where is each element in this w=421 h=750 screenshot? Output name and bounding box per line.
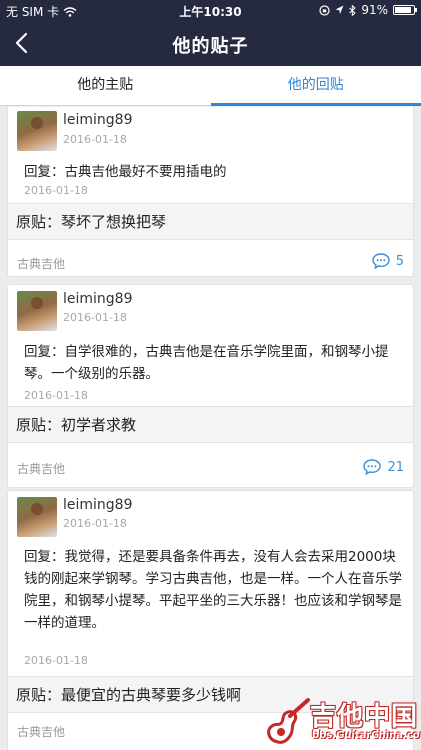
category-label: 古典吉他 bbox=[17, 462, 66, 476]
reply-date: 2016-01-18 bbox=[24, 389, 88, 402]
tab-replies[interactable]: 他的回贴 bbox=[210, 66, 421, 106]
tab-main-posts[interactable]: 他的主贴 bbox=[0, 66, 211, 105]
post-date: 2016-01-18 bbox=[63, 133, 127, 146]
status-bar: 无 SIM 卡 上午10:30 91% bbox=[0, 0, 421, 22]
guitar-logo-icon bbox=[267, 698, 310, 744]
battery-level bbox=[395, 7, 411, 13]
bluetooth-icon bbox=[349, 4, 357, 16]
reply-card[interactable]: leiming89 2016-01-18 回复：古典吉他最好不要用插电的 201… bbox=[7, 107, 414, 277]
avatar[interactable] bbox=[17, 111, 57, 151]
comment-count-button[interactable]: 5 bbox=[372, 253, 404, 269]
post-date: 2016-01-18 bbox=[63, 311, 127, 324]
original-post-link[interactable]: 原贴：初学者求教 bbox=[8, 406, 413, 443]
avatar[interactable] bbox=[17, 291, 57, 331]
watermark-text: 吉他中国 bbox=[310, 702, 419, 732]
comment-count: 21 bbox=[387, 459, 404, 475]
watermark-url: bbs.GuitarChina.com bbox=[312, 730, 421, 741]
reply-card[interactable]: leiming89 2016-01-18 回复：自学很难的，古典吉他是在音乐学院… bbox=[7, 284, 414, 488]
orientation-lock-icon bbox=[319, 4, 330, 16]
username[interactable]: leiming89 bbox=[63, 497, 133, 513]
category-label: 古典吉他 bbox=[17, 725, 66, 739]
comment-bubble-icon bbox=[372, 253, 390, 269]
reply-text: 回复：自学很难的，古典吉他是在音乐学院里面，和钢琴小提琴。一个级别的乐器。 bbox=[24, 344, 389, 382]
username[interactable]: leiming89 bbox=[63, 112, 133, 128]
comment-bubble-icon bbox=[363, 459, 382, 475]
reply-text: 回复：我觉得，还是要具备条件再去，没有人会去采用2000块钱的刚起来学钢琴。学习… bbox=[24, 549, 402, 631]
battery-icon bbox=[393, 5, 417, 15]
tab-bar: 他的主贴 他的回贴 bbox=[0, 66, 421, 106]
category-label: 古典吉他 bbox=[17, 257, 66, 271]
page-title: 他的贴子 bbox=[172, 36, 249, 57]
original-post-title: 原贴：琴坏了想换把琴 bbox=[16, 213, 167, 231]
location-icon bbox=[335, 5, 344, 14]
app-header: 无 SIM 卡 上午10:30 91% 他的贴子 bbox=[0, 0, 421, 66]
reply-text: 回复：古典吉他最好不要用插电的 bbox=[24, 164, 227, 180]
battery-percent: 91% bbox=[361, 3, 388, 17]
original-post-title: 原贴：初学者求教 bbox=[16, 416, 137, 434]
reply-date: 2016-01-18 bbox=[24, 184, 88, 197]
comment-count: 5 bbox=[395, 253, 404, 269]
comment-count-button[interactable]: 21 bbox=[363, 459, 404, 475]
original-post-link[interactable]: 原贴：琴坏了想换把琴 bbox=[8, 203, 413, 240]
post-date: 2016-01-18 bbox=[63, 517, 127, 530]
username[interactable]: leiming89 bbox=[63, 291, 133, 307]
original-post-title: 原贴：最便宜的古典琴要多少钱啊 bbox=[16, 686, 242, 704]
avatar[interactable] bbox=[17, 497, 57, 537]
status-right: 91% bbox=[319, 3, 417, 17]
site-watermark: 吉他中国 bbs.GuitarChina.com bbox=[262, 694, 421, 750]
reply-list[interactable]: leiming89 2016-01-18 回复：古典吉他最好不要用插电的 201… bbox=[0, 107, 421, 750]
reply-date: 2016-01-18 bbox=[24, 654, 88, 667]
